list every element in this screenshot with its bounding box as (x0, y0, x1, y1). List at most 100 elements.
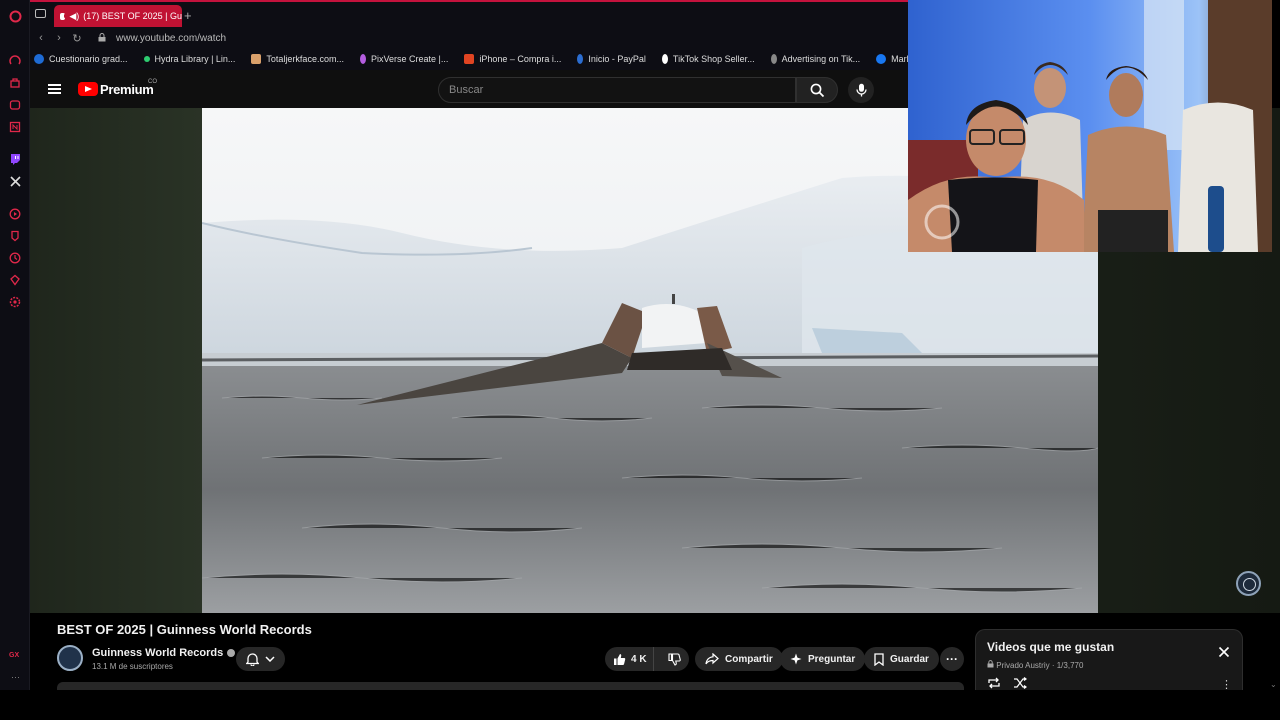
playlist-privacy: Privado (996, 661, 1024, 670)
bookmark-item[interactable]: Inicio - PayPal (577, 54, 646, 64)
x-twitter-icon[interactable] (8, 174, 22, 188)
video-title: BEST OF 2025 | Guinness World Records (57, 622, 312, 637)
twitch-controller-icon[interactable] (8, 98, 22, 112)
playlist-panel: Videos que me gustan Privado Austriy · 1… (975, 629, 1243, 691)
menu-icon[interactable] (48, 84, 61, 94)
more-dots-icon[interactable]: ··· (11, 672, 20, 682)
playlist-title[interactable]: Videos que me gustan (987, 640, 1114, 654)
ask-button[interactable]: Preguntar (780, 647, 866, 671)
bookmark-favicon-icon (577, 54, 584, 64)
save-label: Guardar (890, 653, 929, 665)
bell-icon (246, 653, 259, 666)
sparkle-icon (790, 653, 802, 665)
history-icon[interactable] (8, 251, 22, 265)
bookmark-favicon-icon (876, 54, 887, 64)
new-tab-button[interactable]: + (184, 8, 192, 23)
url-field[interactable]: www.youtube.com/watch (116, 33, 226, 44)
youtube-logo-icon[interactable] (78, 82, 98, 96)
like-button[interactable]: 4 K (605, 647, 654, 671)
speaker-icon[interactable]: ◀) (69, 11, 79, 22)
chevron-down-icon (265, 656, 275, 662)
youtube-favicon-icon (60, 12, 68, 20)
store-icon[interactable] (8, 76, 22, 90)
channel-avatar[interactable] (57, 645, 83, 671)
twitch-icon[interactable] (8, 152, 22, 166)
webcam-image (908, 0, 1272, 252)
lock-icon[interactable] (98, 32, 108, 44)
bookmark-favicon-icon (661, 54, 668, 64)
opera-logo-icon[interactable] (8, 9, 22, 23)
bookmark-item[interactable]: TikTok Shop Seller... (661, 54, 755, 64)
more-actions-button[interactable]: ··· (940, 647, 964, 671)
like-count: 4 K (631, 653, 647, 665)
subscriber-count: 13.1 M de suscriptores (92, 662, 173, 671)
subscribed-notifications-button[interactable] (236, 647, 285, 671)
voice-search-button[interactable] (848, 77, 874, 103)
bookmark-item[interactable]: PixVerse Create |... (359, 54, 448, 64)
share-label: Compartir (725, 653, 773, 665)
bookmark-item[interactable]: Totaljerkface.com... (251, 54, 344, 64)
playlist-meta: Privado Austriy · 1/3,770 (987, 660, 1083, 670)
thumbs-down-icon (668, 652, 681, 666)
lock-icon (987, 660, 996, 670)
shuffle-icon[interactable] (1013, 677, 1027, 689)
channel-name-label: Guinness World Records (92, 647, 224, 659)
ask-label: Preguntar (808, 653, 856, 665)
verified-icon (227, 649, 236, 658)
tab-overview-icon[interactable] (35, 9, 46, 18)
bookmark-favicon-icon (34, 54, 44, 64)
youtube-brand[interactable]: Premium (100, 82, 154, 97)
bookmarks-bar: Cuestionario grad... Hydra Library | Lin… (30, 48, 908, 70)
like-dislike-group: 4 K (605, 647, 689, 671)
thumbs-up-icon (614, 653, 626, 665)
search-icon (810, 83, 824, 97)
settings-gear-icon[interactable] (8, 295, 22, 309)
bookmark-item[interactable]: Hydra Library | Lin... (143, 54, 235, 64)
playlist-owner[interactable]: Austriy (1025, 661, 1049, 670)
bookmark-favicon-icon (143, 56, 150, 62)
bookmark-favicon-icon (359, 54, 366, 64)
bookmark-item[interactable]: Marketplace - Pu (876, 54, 908, 64)
youtube-header: Premium CO Buscar (30, 70, 908, 108)
loop-icon[interactable] (987, 677, 1001, 689)
country-code: CO (148, 79, 157, 85)
tab-title: (17) BEST OF 2025 | Gu (83, 11, 182, 21)
back-icon[interactable]: ‹ (32, 32, 50, 44)
bookmark-item[interactable]: Cuestionario grad... (34, 54, 128, 64)
browser-sidebar: GX ··· (0, 0, 30, 690)
extensions-icon[interactable] (8, 273, 22, 287)
reload-icon[interactable]: ↻ (68, 32, 86, 45)
news-icon[interactable] (8, 120, 22, 134)
search-input[interactable]: Buscar (438, 77, 796, 103)
bookmark-favicon-icon (251, 54, 262, 64)
bookmark-favicon-icon (770, 54, 777, 64)
address-bar: ‹ › ↻ www.youtube.com/watch (30, 28, 908, 48)
share-button[interactable]: Compartir (695, 647, 783, 671)
bookmark-icon (874, 652, 884, 666)
guinness-watermark-icon (1236, 571, 1261, 596)
close-playlist-button[interactable] (1218, 645, 1232, 659)
bookmark-item[interactable]: iPhone – Compra i... (464, 54, 561, 64)
scroll-down-arrow-icon[interactable]: ⌄ (1270, 680, 1277, 689)
close-icon (1218, 646, 1230, 658)
tab-youtube[interactable]: ◀) (17) BEST OF 2025 | Gu (54, 5, 182, 27)
bookmark-favicon-icon (464, 54, 475, 64)
player-icon[interactable] (8, 207, 22, 221)
playlist-controls (987, 677, 1027, 689)
forward-icon[interactable]: › (50, 32, 68, 44)
share-icon (705, 653, 719, 665)
playlist-position: 1/3,770 (1056, 661, 1084, 670)
save-button[interactable]: Guardar (864, 647, 939, 671)
meta-separator: · (1051, 661, 1055, 670)
bottom-bar (0, 690, 1280, 720)
webcam-overlay (908, 0, 1272, 252)
gx-control-icon[interactable] (8, 54, 22, 68)
dislike-button[interactable] (660, 647, 689, 671)
search-button[interactable] (796, 77, 838, 103)
channel-name[interactable]: Guinness World Records (92, 647, 236, 659)
microphone-icon (855, 83, 867, 97)
tab-bar: ◀) (17) BEST OF 2025 | Gu + (30, 0, 908, 28)
description-box[interactable] (57, 682, 964, 690)
bookmark-item[interactable]: Advertising on Tik... (770, 54, 860, 64)
pinboard-icon[interactable] (8, 229, 22, 243)
